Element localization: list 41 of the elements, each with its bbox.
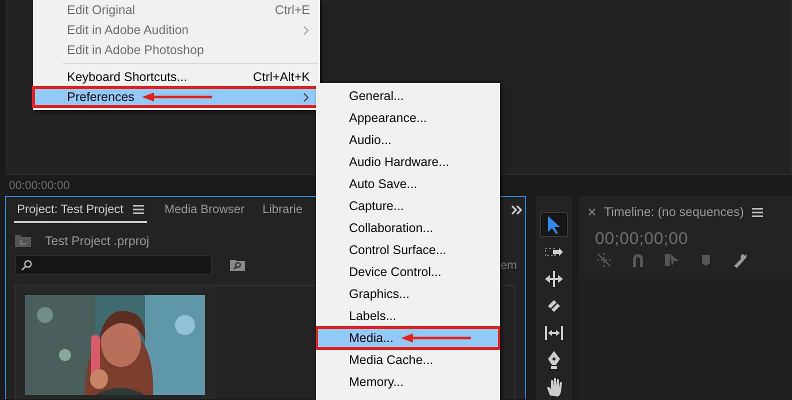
wrench-icon[interactable] bbox=[732, 252, 748, 268]
folder-icon[interactable] bbox=[15, 235, 31, 247]
search-field[interactable] bbox=[15, 255, 212, 275]
panel-title[interactable]: Timeline: (no sequences) bbox=[604, 205, 744, 219]
menu-item[interactable]: Labels... bbox=[316, 305, 500, 327]
menu-item[interactable]: Capture... bbox=[316, 195, 500, 217]
panel-tab[interactable]: Librarie bbox=[262, 197, 303, 223]
selection-tool-icon bbox=[548, 216, 560, 234]
menu-item[interactable]: Graphics... bbox=[316, 283, 500, 305]
menu-item[interactable]: Appearance... bbox=[316, 107, 500, 129]
close-icon[interactable] bbox=[588, 208, 596, 216]
ripple-edit-icon bbox=[545, 270, 563, 287]
panel-tab[interactable]: Media Browser bbox=[164, 197, 245, 223]
bin-path: Test Project .prproj bbox=[45, 234, 150, 248]
menu-icon[interactable] bbox=[752, 208, 763, 216]
menu-item[interactable]: Memory... bbox=[316, 371, 500, 393]
chevron-icon bbox=[302, 26, 310, 34]
track-select-icon bbox=[545, 248, 563, 256]
menu-item[interactable]: Media... bbox=[316, 327, 500, 349]
razor-icon bbox=[548, 300, 560, 312]
tool-button[interactable] bbox=[540, 212, 568, 238]
panel-overflow-icon[interactable] bbox=[511, 205, 522, 215]
hand-icon bbox=[546, 378, 562, 397]
menu-item[interactable]: Audio Hardware... bbox=[316, 151, 500, 173]
item-count: em bbox=[500, 258, 517, 272]
menu-item[interactable]: Keyboard Shortcuts... Ctrl+Alt+K bbox=[33, 67, 320, 87]
slip-icon bbox=[545, 326, 563, 340]
menu-item[interactable]: Device Control... bbox=[316, 261, 500, 283]
pen-icon bbox=[548, 351, 560, 370]
menu-item[interactable]: Audio... bbox=[316, 129, 500, 151]
menu-item[interactable]: Auto Save... bbox=[316, 173, 500, 195]
menu-item[interactable]: Control Surface... bbox=[316, 239, 500, 261]
menu-item[interactable]: Media Cache... bbox=[316, 349, 500, 371]
search-icon bbox=[21, 260, 32, 270]
find-bin-icon[interactable] bbox=[230, 260, 245, 270]
chevron-icon bbox=[302, 92, 310, 102]
menu-item[interactable]: Collaboration... bbox=[316, 217, 500, 239]
panel-tab[interactable]: Project: Test Project bbox=[14, 197, 146, 223]
menu-icon[interactable] bbox=[132, 204, 144, 214]
timecode: 00:00:00:00 bbox=[9, 180, 70, 194]
timecode: 00;00;00;00 bbox=[594, 228, 690, 249]
